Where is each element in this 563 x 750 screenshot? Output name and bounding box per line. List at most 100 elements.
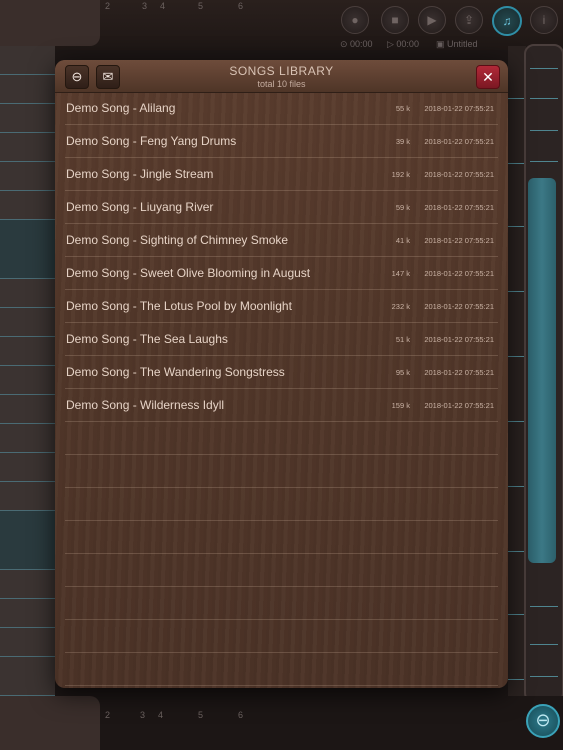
song-date: 2018-01-22 07:55:21 <box>424 236 494 245</box>
song-row[interactable]: Demo Song - Jingle Stream 192 k 2018-01-… <box>65 158 498 191</box>
key-row[interactable] <box>0 162 55 191</box>
key-row[interactable] <box>0 104 55 133</box>
song-row[interactable]: Demo Song - Liuyang River 59 k 2018-01-2… <box>65 191 498 224</box>
song-date: 2018-01-22 07:55:21 <box>424 302 494 311</box>
song-size: 55 k <box>395 104 410 113</box>
song-size: 41 k <box>395 236 410 245</box>
song-size: 159 k <box>391 401 410 410</box>
key-row[interactable] <box>0 482 55 511</box>
song-date: 2018-01-22 07:55:21 <box>424 401 494 410</box>
ruler-tick: 2 <box>105 710 111 720</box>
song-name: Demo Song - Sighting of Chimney Smoke <box>66 233 289 247</box>
key-row[interactable] <box>0 133 55 162</box>
track-segment <box>530 130 558 131</box>
song-date: 2018-01-22 07:55:21 <box>424 368 494 377</box>
dialog-header: ⊖ ✉ SONGS LIBRARY total 10 files ✕ <box>55 60 508 93</box>
song-date: 2018-01-22 07:55:21 <box>424 170 494 179</box>
songs-library-dialog: ⊖ ✉ SONGS LIBRARY total 10 files ✕ Demo … <box>55 60 508 688</box>
song-date: 2018-01-22 07:55:21 <box>424 203 494 212</box>
ruler-tick: 6 <box>238 710 244 720</box>
song-row[interactable]: Demo Song - Sighting of Chimney Smoke 41… <box>65 224 498 257</box>
track-header-card <box>0 0 100 46</box>
top-toolbar: 2 3 4 5 6 ● ■ ▶ ⇪ ♫ i ⊙ 00:00 ▷ 00:00 ▣ … <box>0 0 563 50</box>
track-segment <box>530 161 558 162</box>
songs-library-button[interactable]: ♫ <box>492 6 522 36</box>
piano-keys <box>0 46 55 696</box>
track-segment <box>530 644 558 645</box>
song-name: Demo Song - Sweet Olive Blooming in Augu… <box>66 266 311 280</box>
key-row[interactable] <box>0 424 55 453</box>
track-segment <box>530 676 558 677</box>
track-segment <box>530 98 558 99</box>
key-row[interactable] <box>0 75 55 104</box>
song-row[interactable]: Demo Song - The Wandering Songstress 95 … <box>65 356 498 389</box>
song-date: 2018-01-22 07:55:21 <box>424 335 494 344</box>
empty-list-row <box>65 488 498 521</box>
song-name: Demo Song - Wilderness Idyll <box>66 398 225 412</box>
key-row[interactable] <box>0 191 55 220</box>
close-button[interactable]: ✕ <box>476 65 500 89</box>
key-row[interactable] <box>0 337 55 366</box>
empty-list-row <box>65 455 498 488</box>
bottom-ruler: 2 3 4 5 6 <box>100 710 330 724</box>
record-button[interactable]: ● <box>341 6 369 34</box>
song-size: 95 k <box>395 368 410 377</box>
empty-list-row <box>65 422 498 455</box>
song-name: Demo Song - Alilang <box>66 101 176 115</box>
close-icon: ✕ <box>482 69 494 85</box>
key-row[interactable] <box>0 628 55 657</box>
song-date: 2018-01-22 07:55:21 <box>424 104 494 113</box>
zoom-out-button[interactable]: ⊖ <box>526 704 560 738</box>
song-name: Demo Song - The Sea Laughs <box>66 332 228 346</box>
dialog-title: SONGS LIBRARY <box>229 64 334 78</box>
song-size: 51 k <box>395 335 410 344</box>
song-size: 192 k <box>391 170 410 179</box>
ruler-tick: 6 <box>238 1 244 11</box>
play-button[interactable]: ▶ <box>418 6 446 34</box>
play-time: ▷ 00:00 <box>387 39 419 49</box>
key-row[interactable] <box>0 366 55 395</box>
key-row[interactable] <box>0 395 55 424</box>
key-row[interactable] <box>0 46 55 75</box>
song-size: 147 k <box>391 269 410 278</box>
song-row[interactable]: Demo Song - The Sea Laughs 51 k 2018-01-… <box>65 323 498 356</box>
empty-list-row <box>65 620 498 653</box>
ruler-tick: 5 <box>198 1 204 11</box>
document-title: ▣ Untitled <box>436 39 478 49</box>
record-time: ⊙ 00:00 <box>340 39 373 49</box>
song-date: 2018-01-22 07:55:21 <box>424 269 494 278</box>
song-name: Demo Song - Feng Yang Drums <box>66 134 237 148</box>
song-size: 59 k <box>395 203 410 212</box>
stop-button[interactable]: ■ <box>381 6 409 34</box>
song-row[interactable]: Demo Song - Sweet Olive Blooming in Augu… <box>65 257 498 290</box>
song-row[interactable]: Demo Song - Alilang 55 k 2018-01-22 07:5… <box>65 92 498 125</box>
key-row[interactable] <box>0 279 55 308</box>
song-name: Demo Song - Jingle Stream <box>66 167 214 181</box>
key-row[interactable] <box>0 308 55 337</box>
song-row[interactable]: Demo Song - The Lotus Pool by Moonlight … <box>65 290 498 323</box>
key-row[interactable] <box>0 570 55 599</box>
vertical-scroll-thumb[interactable] <box>528 178 556 563</box>
song-name: Demo Song - Liuyang River <box>66 200 214 214</box>
song-row[interactable]: Demo Song - Feng Yang Drums 39 k 2018-01… <box>65 125 498 158</box>
ruler-tick: 4 <box>158 710 164 720</box>
song-row[interactable]: Demo Song - Wilderness Idyll 159 k 2018-… <box>65 389 498 422</box>
document-title-text: Untitled <box>447 39 478 49</box>
bottom-track-card <box>0 696 100 750</box>
empty-list-row <box>65 653 498 686</box>
key-row[interactable] <box>0 511 55 570</box>
key-row[interactable] <box>0 453 55 482</box>
track-segment <box>530 606 558 607</box>
key-row[interactable] <box>0 599 55 628</box>
songs-list: Demo Song - Alilang 55 k 2018-01-22 07:5… <box>65 92 498 686</box>
bottom-bar: 2 3 4 5 6 ⊖ <box>0 696 563 750</box>
info-button[interactable]: i <box>530 6 558 34</box>
timeline-ruler: 2 3 4 5 6 <box>100 0 330 14</box>
empty-list-row <box>65 554 498 587</box>
key-row[interactable] <box>0 220 55 279</box>
ruler-tick: 4 <box>160 1 166 11</box>
song-name: Demo Song - The Wandering Songstress <box>66 365 285 379</box>
ruler-tick: 3 <box>140 710 146 720</box>
key-row[interactable] <box>0 657 55 696</box>
upload-button[interactable]: ⇪ <box>455 6 483 34</box>
